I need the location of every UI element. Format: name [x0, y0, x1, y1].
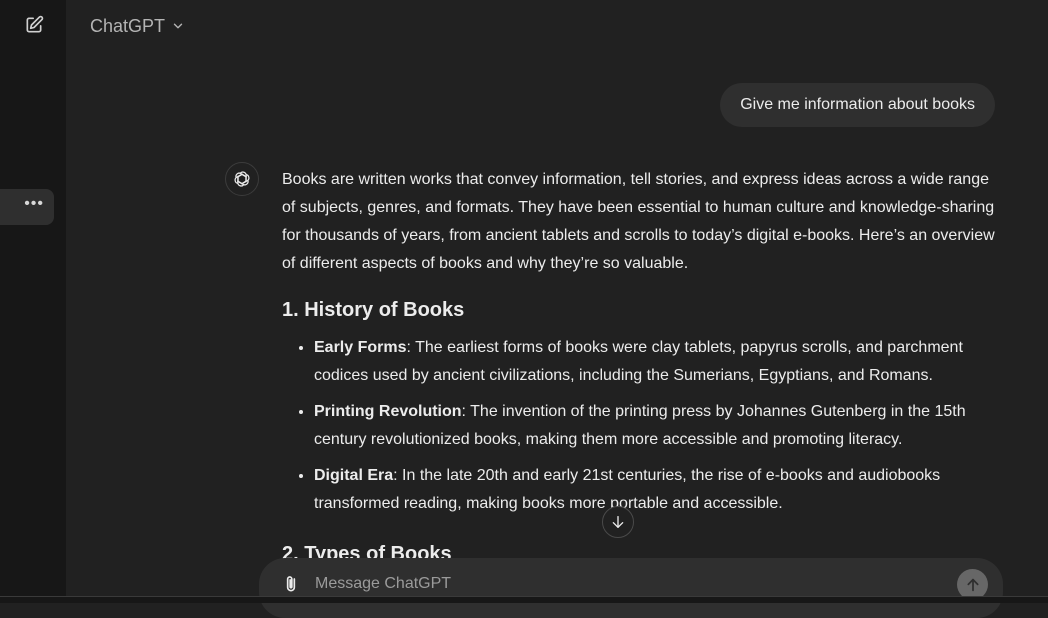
- divider: [0, 596, 1048, 597]
- list-item-term: Digital Era: [314, 467, 394, 484]
- message-composer: [259, 558, 1003, 618]
- model-selector[interactable]: ChatGPT: [90, 14, 185, 38]
- message-input[interactable]: [315, 572, 915, 596]
- list-item-term: Early Forms: [314, 339, 407, 356]
- arrow-up-icon: [966, 578, 979, 591]
- sidebar: •••: [0, 0, 66, 603]
- edit-icon: [26, 15, 44, 33]
- assistant-intro: Books are written works that convey info…: [282, 171, 995, 272]
- list-item: Early Forms: The earliest forms of books…: [314, 334, 998, 390]
- list-item: Digital Era: In the late 20th and early …: [314, 462, 998, 518]
- user-message: Give me information about books: [720, 83, 995, 127]
- assistant-message: Books are written works that convey info…: [282, 166, 998, 578]
- user-message-text: Give me information about books: [740, 96, 975, 113]
- list-item-text: : In the late 20th and early 21st centur…: [314, 467, 941, 512]
- openai-logo-icon: [234, 171, 250, 187]
- section-list: Early Forms: The earliest forms of books…: [282, 334, 998, 518]
- new-chat-button[interactable]: [20, 11, 48, 39]
- list-item-term: Printing Revolution: [314, 403, 462, 420]
- scroll-to-bottom-button[interactable]: [602, 506, 634, 538]
- section-heading: 1. History of Books: [282, 299, 465, 321]
- window-bottom-edge: [0, 596, 1048, 603]
- model-label: ChatGPT: [90, 15, 166, 36]
- assistant-avatar: [225, 162, 259, 196]
- arrow-down-icon: [612, 516, 624, 528]
- paperclip-icon: [286, 576, 296, 592]
- list-item-text: : The earliest forms of books were clay …: [314, 339, 963, 384]
- chevron-down-icon: [173, 23, 183, 29]
- more-icon: •••: [24, 195, 44, 212]
- list-item: Printing Revolution: The invention of th…: [314, 398, 998, 454]
- attach-button[interactable]: [279, 572, 303, 596]
- chat-options-button[interactable]: •••: [0, 189, 54, 225]
